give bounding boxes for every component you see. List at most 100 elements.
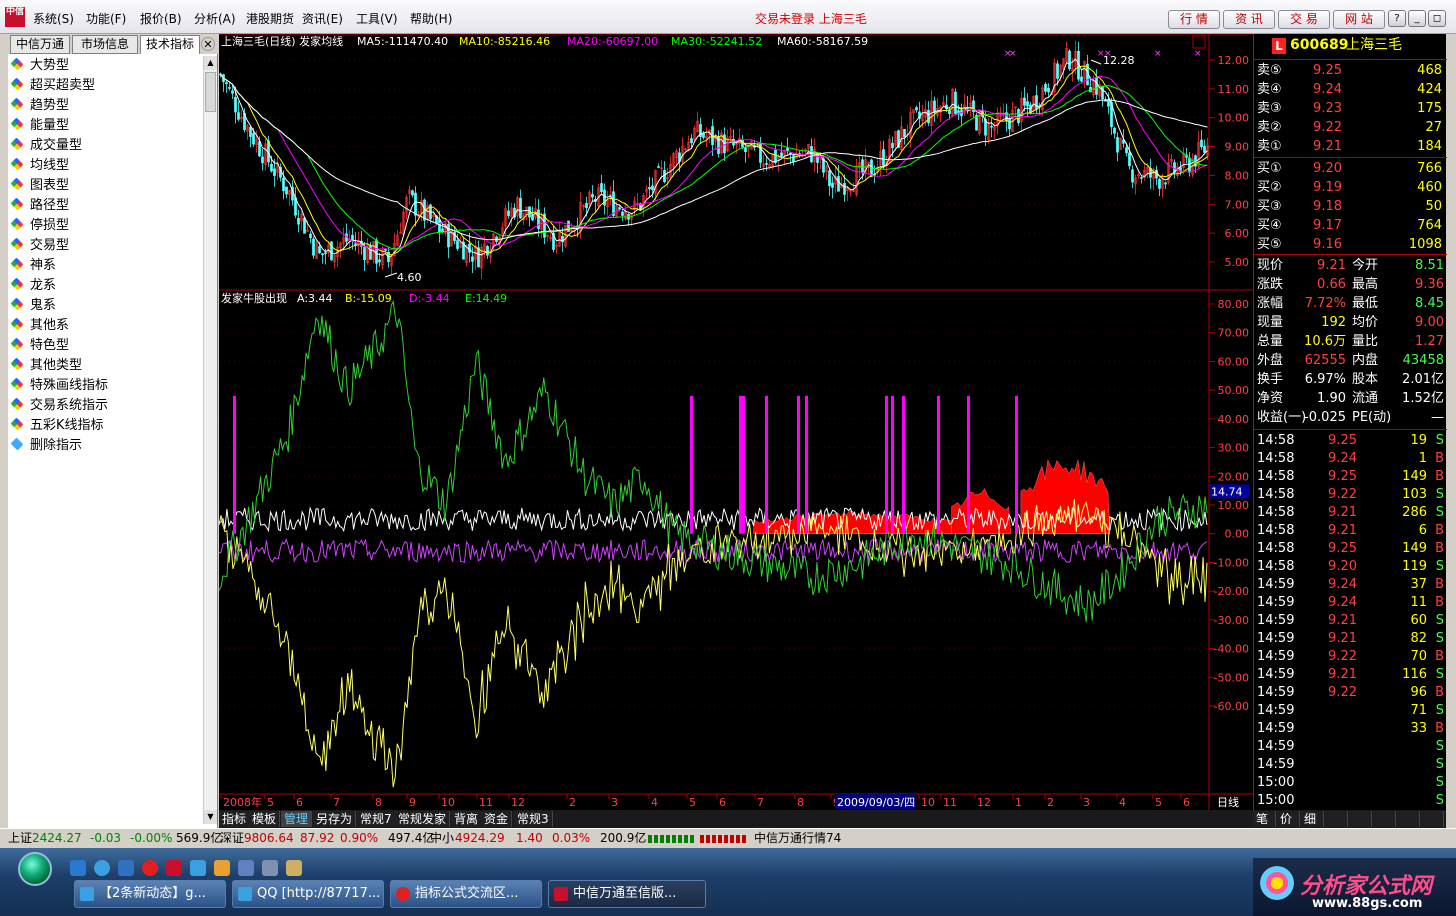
candle-body: [1140, 177, 1143, 179]
app-quicklaunch-icon[interactable]: [214, 860, 230, 876]
sh-pct: -0.00%: [130, 831, 173, 845]
switch-windows-icon[interactable]: [118, 860, 134, 876]
menu-quote[interactable]: 报价(B): [140, 10, 182, 27]
sh-label: 上证: [8, 831, 33, 845]
task-feed[interactable]: 【2条新动态】g...: [74, 880, 226, 908]
indicator-item[interactable]: 特殊画线指标: [8, 376, 202, 396]
news-button[interactable]: 资 讯: [1223, 10, 1275, 29]
template-tab[interactable]: 管理: [281, 811, 313, 827]
tool-quicklaunch-icon[interactable]: [262, 860, 278, 876]
folder-quicklaunch-icon[interactable]: [286, 860, 302, 876]
quote-view-tab[interactable]: [1421, 811, 1444, 827]
indicator-item[interactable]: 五彩K线指标: [8, 416, 202, 436]
tick-side: B: [1435, 541, 1444, 556]
quote-view-tab[interactable]: 笔: [1253, 811, 1276, 827]
menu-news[interactable]: 资讯(E): [302, 10, 343, 27]
indicator-item[interactable]: 成交量型: [8, 136, 202, 156]
kline-chart[interactable]: 12.00 11.00 10.00 9.00 8.00 7.00 6.00 5.00 80.00…: [219, 34, 1253, 810]
quote-view-tab[interactable]: 细: [1301, 811, 1324, 827]
quote-view-tab[interactable]: [1373, 811, 1396, 827]
indicator-item[interactable]: 鬼系: [8, 296, 202, 316]
close-panel-icon[interactable]: ✕: [201, 37, 215, 51]
quote-view-tab[interactable]: [1325, 811, 1348, 827]
indicator-tree: 大势型 超买超卖型 趋势型 能量型 成交量型 均线型 图表型 路径型 停损型 交易型 神系 龙系 鬼系其…: [8, 56, 202, 456]
tick-row: 14:59 9.22 70 B: [1254, 647, 1447, 666]
indicator-item[interactable]: 趋势型: [8, 96, 202, 116]
candle-body: [1026, 101, 1029, 107]
menu-help[interactable]: 帮助(H): [410, 10, 452, 27]
template-tab[interactable]: 另存为: [313, 811, 357, 827]
restore-button[interactable]: ◻: [1428, 10, 1446, 27]
indicator-item[interactable]: 交易型: [8, 236, 202, 256]
indicator-item[interactable]: 神系: [8, 256, 202, 276]
website-button[interactable]: 网 站: [1333, 10, 1385, 29]
scroll-down-icon[interactable]: ▼: [204, 810, 217, 824]
indicator-item[interactable]: 超买超卖型: [8, 76, 202, 96]
menu-hk-futures[interactable]: 港股期货: [246, 10, 294, 27]
indicator-item[interactable]: 停损型: [8, 216, 202, 236]
tab-citic-wantong[interactable]: 中信万通: [10, 35, 70, 54]
scroll-up-icon[interactable]: ▲: [204, 56, 217, 70]
menu-analysis[interactable]: 分析(A): [194, 10, 236, 27]
quote-view-tab[interactable]: 价: [1277, 811, 1300, 827]
indicator-item[interactable]: 其他类型: [8, 356, 202, 376]
indicator-item[interactable]: 路径型: [8, 196, 202, 216]
template-tab[interactable]: 模板: [249, 811, 281, 827]
quotes-button[interactable]: 行 情: [1168, 10, 1220, 29]
show-desktop-icon[interactable]: [70, 860, 86, 876]
scroll-thumb[interactable]: [205, 72, 216, 112]
browser-quicklaunch-icon[interactable]: [190, 860, 206, 876]
template-tab[interactable]: 背离: [451, 811, 483, 827]
candle-body: [285, 186, 288, 195]
start-button-icon[interactable]: [18, 852, 52, 886]
menu-system[interactable]: 系统(S): [33, 10, 74, 27]
panel-scrollbar[interactable]: ▲ ▼: [203, 56, 217, 824]
indicator-item[interactable]: 能量型: [8, 116, 202, 136]
indicator-item[interactable]: 均线型: [8, 156, 202, 176]
template-tab[interactable]: 资金: [481, 811, 513, 827]
menu-tools[interactable]: 工具(V): [356, 10, 398, 27]
indicator-item[interactable]: 交易系统指示: [8, 396, 202, 416]
candle-body: [831, 182, 834, 188]
tab-technical-indicators[interactable]: 技术指标: [140, 35, 200, 54]
indicator-tick-label: -40.00: [1214, 643, 1249, 656]
task-forum[interactable]: 指标公式交流区...: [390, 880, 542, 908]
quote-view-tab[interactable]: [1349, 811, 1372, 827]
indicator-item-label: 交易型: [30, 238, 70, 253]
sz-pct: 0.90%: [340, 831, 379, 845]
date-label: 2: [569, 796, 576, 809]
candle-body: [261, 156, 264, 164]
indicator-item[interactable]: 大势型: [8, 56, 202, 76]
opera-icon[interactable]: [142, 860, 158, 876]
quote-view-tab[interactable]: [1397, 811, 1420, 827]
template-tab[interactable]: 常规发家: [395, 811, 451, 827]
date-label: 6: [296, 796, 303, 809]
template-tab[interactable]: 常规3: [514, 811, 553, 827]
template-tab[interactable]: 常规7: [357, 811, 396, 827]
indicator-tick-label: -20.00: [1214, 585, 1249, 598]
candle-body: [378, 259, 381, 263]
help-window-button[interactable]: ?: [1388, 10, 1406, 27]
citic-quicklaunch-icon[interactable]: [166, 860, 182, 876]
menu-function[interactable]: 功能(F): [86, 10, 126, 27]
tab-market-info[interactable]: 市场信息: [72, 35, 138, 54]
indicator-item[interactable]: 龙系: [8, 276, 202, 296]
task-citic[interactable]: 中信万通至信版...: [548, 880, 706, 908]
indicator-tick-label: -10.00: [1214, 556, 1249, 569]
minimize-button[interactable]: _: [1408, 10, 1426, 27]
template-tab[interactable]: 指标: [219, 811, 251, 827]
tick-volume: 116: [1402, 667, 1427, 682]
price-tick-label: 9.00: [1225, 141, 1250, 154]
watermark-url: www.88gs.com: [1312, 896, 1423, 911]
back-quicklaunch-icon[interactable]: [238, 860, 254, 876]
indicator-item[interactable]: 特色型: [8, 336, 202, 356]
trade-button[interactable]: 交 易: [1278, 10, 1330, 29]
indicator-item[interactable]: 图表型: [8, 176, 202, 196]
indicator-item[interactable]: 删除指示: [8, 436, 202, 456]
ie-icon[interactable]: [94, 860, 110, 876]
date-label: 3: [611, 796, 618, 809]
stat-label: 流通: [1352, 391, 1379, 406]
indicator-item[interactable]: 其他系: [8, 316, 202, 336]
chart-canvas[interactable]: 12.0011.0010.009.008.007.006.005.0080.00…: [219, 34, 1253, 810]
task-qq[interactable]: QQ [http://87717...: [232, 880, 384, 908]
